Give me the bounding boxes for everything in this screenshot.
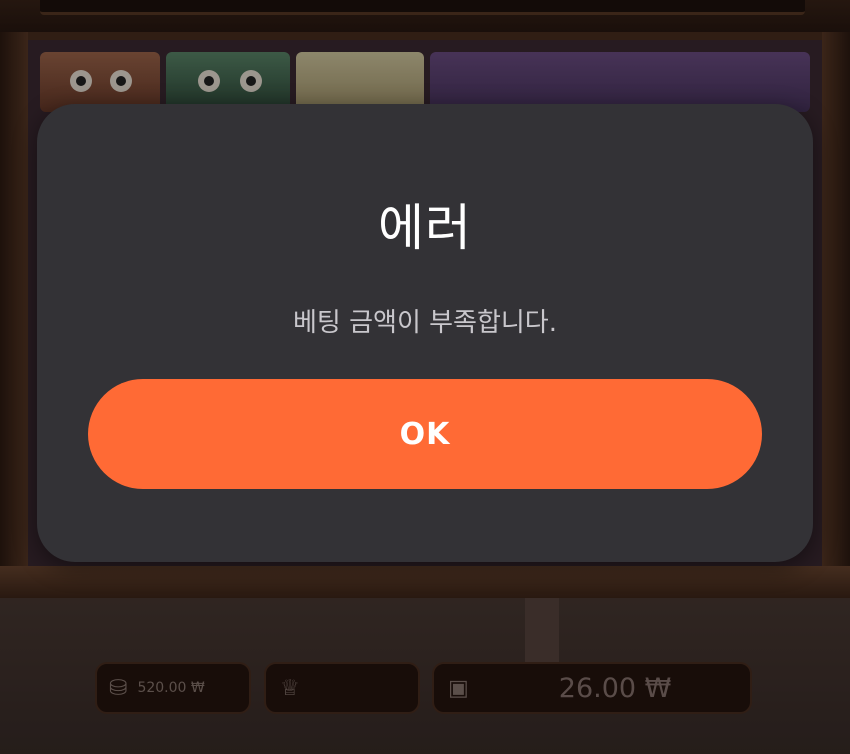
dialog-message: 베팅 금액이 부족합니다. <box>293 308 557 338</box>
ok-button[interactable]: OK <box>88 379 762 489</box>
error-dialog: 에러 베팅 금액이 부족합니다. OK <box>37 104 813 562</box>
dialog-title: 에러 <box>378 199 472 257</box>
